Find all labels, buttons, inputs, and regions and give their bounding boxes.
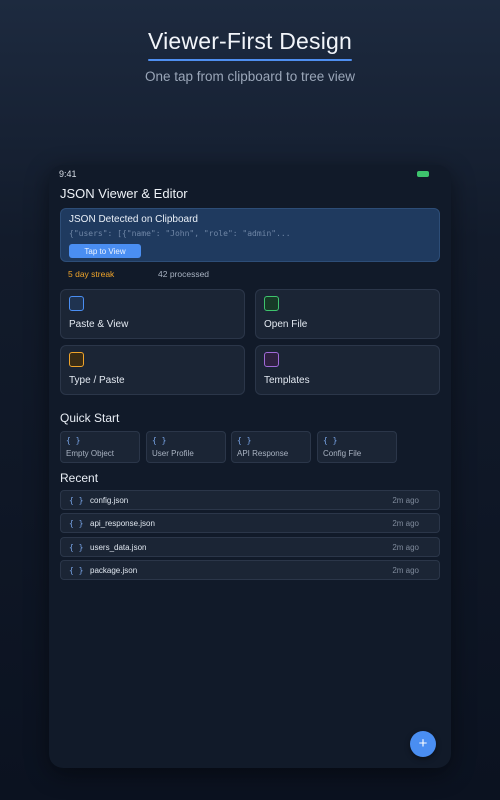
- braces-icon: { }: [323, 436, 338, 445]
- action-label: Open File: [264, 319, 308, 330]
- recent-timestamp: 2m ago: [392, 519, 419, 528]
- quick-start-api-response[interactable]: { } API Response: [231, 431, 311, 463]
- recent-item[interactable]: { } package.json 2m ago: [60, 560, 440, 580]
- quick-start-label: API Response: [237, 449, 289, 458]
- quick-start-config-file[interactable]: { } Config File: [317, 431, 397, 463]
- add-button[interactable]: +: [410, 731, 436, 757]
- device-screen: 9:41 JSON Viewer & Editor JSON Detected …: [49, 165, 451, 768]
- action-label: Templates: [264, 375, 310, 386]
- paste-and-view-button[interactable]: Paste & View: [60, 289, 245, 339]
- hero-header: Viewer-First Design One tap from clipboa…: [0, 28, 500, 84]
- recent-timestamp: 2m ago: [392, 543, 419, 552]
- clipboard-banner[interactable]: JSON Detected on Clipboard {"users": [{"…: [60, 208, 440, 262]
- tap-to-view-button[interactable]: Tap to View: [69, 244, 141, 258]
- edit-icon: [69, 352, 84, 367]
- quick-start-label: Config File: [323, 449, 362, 458]
- braces-icon: { }: [69, 566, 84, 575]
- status-time: 9:41: [59, 169, 77, 179]
- recent-item[interactable]: { } config.json 2m ago: [60, 490, 440, 510]
- recent-file-name: users_data.json: [90, 543, 147, 552]
- braces-icon: { }: [66, 436, 81, 445]
- recent-item[interactable]: { } api_response.json 2m ago: [60, 513, 440, 533]
- hero-underline: [148, 59, 352, 61]
- recent-file-name: api_response.json: [90, 519, 155, 528]
- template-icon: [264, 352, 279, 367]
- hero-title: Viewer-First Design: [147, 28, 353, 54]
- recent-timestamp: 2m ago: [392, 566, 419, 575]
- streak-label: 5 day streak: [68, 269, 115, 279]
- recent-timestamp: 2m ago: [392, 496, 419, 505]
- file-icon: [264, 296, 279, 311]
- quick-start-title: Quick Start: [60, 411, 120, 425]
- templates-button[interactable]: Templates: [255, 345, 440, 395]
- recent-file-name: config.json: [90, 496, 129, 505]
- processed-count: 42 processed: [158, 269, 210, 279]
- quick-start-user-profile[interactable]: { } User Profile: [146, 431, 226, 463]
- status-bar: 9:41: [59, 169, 431, 183]
- clipboard-banner-title: JSON Detected on Clipboard: [69, 214, 198, 225]
- battery-icon: [417, 171, 429, 177]
- braces-icon: { }: [69, 519, 84, 528]
- quick-start-empty-object[interactable]: { } Empty Object: [60, 431, 140, 463]
- recent-title: Recent: [60, 471, 99, 485]
- open-file-button[interactable]: Open File: [255, 289, 440, 339]
- action-label: Type / Paste: [69, 375, 125, 386]
- quick-start-label: User Profile: [152, 449, 194, 458]
- recent-item[interactable]: { } users_data.json 2m ago: [60, 537, 440, 557]
- braces-icon: { }: [69, 496, 84, 505]
- braces-icon: { }: [237, 436, 252, 445]
- braces-icon: { }: [152, 436, 167, 445]
- clipboard-preview: {"users": [{"name": "John", "role": "adm…: [69, 229, 291, 238]
- action-label: Paste & View: [69, 319, 129, 330]
- quick-start-label: Empty Object: [66, 449, 115, 458]
- paste-icon: [69, 296, 84, 311]
- braces-icon: { }: [69, 543, 84, 552]
- recent-file-name: package.json: [90, 566, 138, 575]
- app-title: JSON Viewer & Editor: [60, 186, 188, 201]
- type-paste-button[interactable]: Type / Paste: [60, 345, 245, 395]
- hero-subtitle: One tap from clipboard to tree view: [144, 69, 356, 84]
